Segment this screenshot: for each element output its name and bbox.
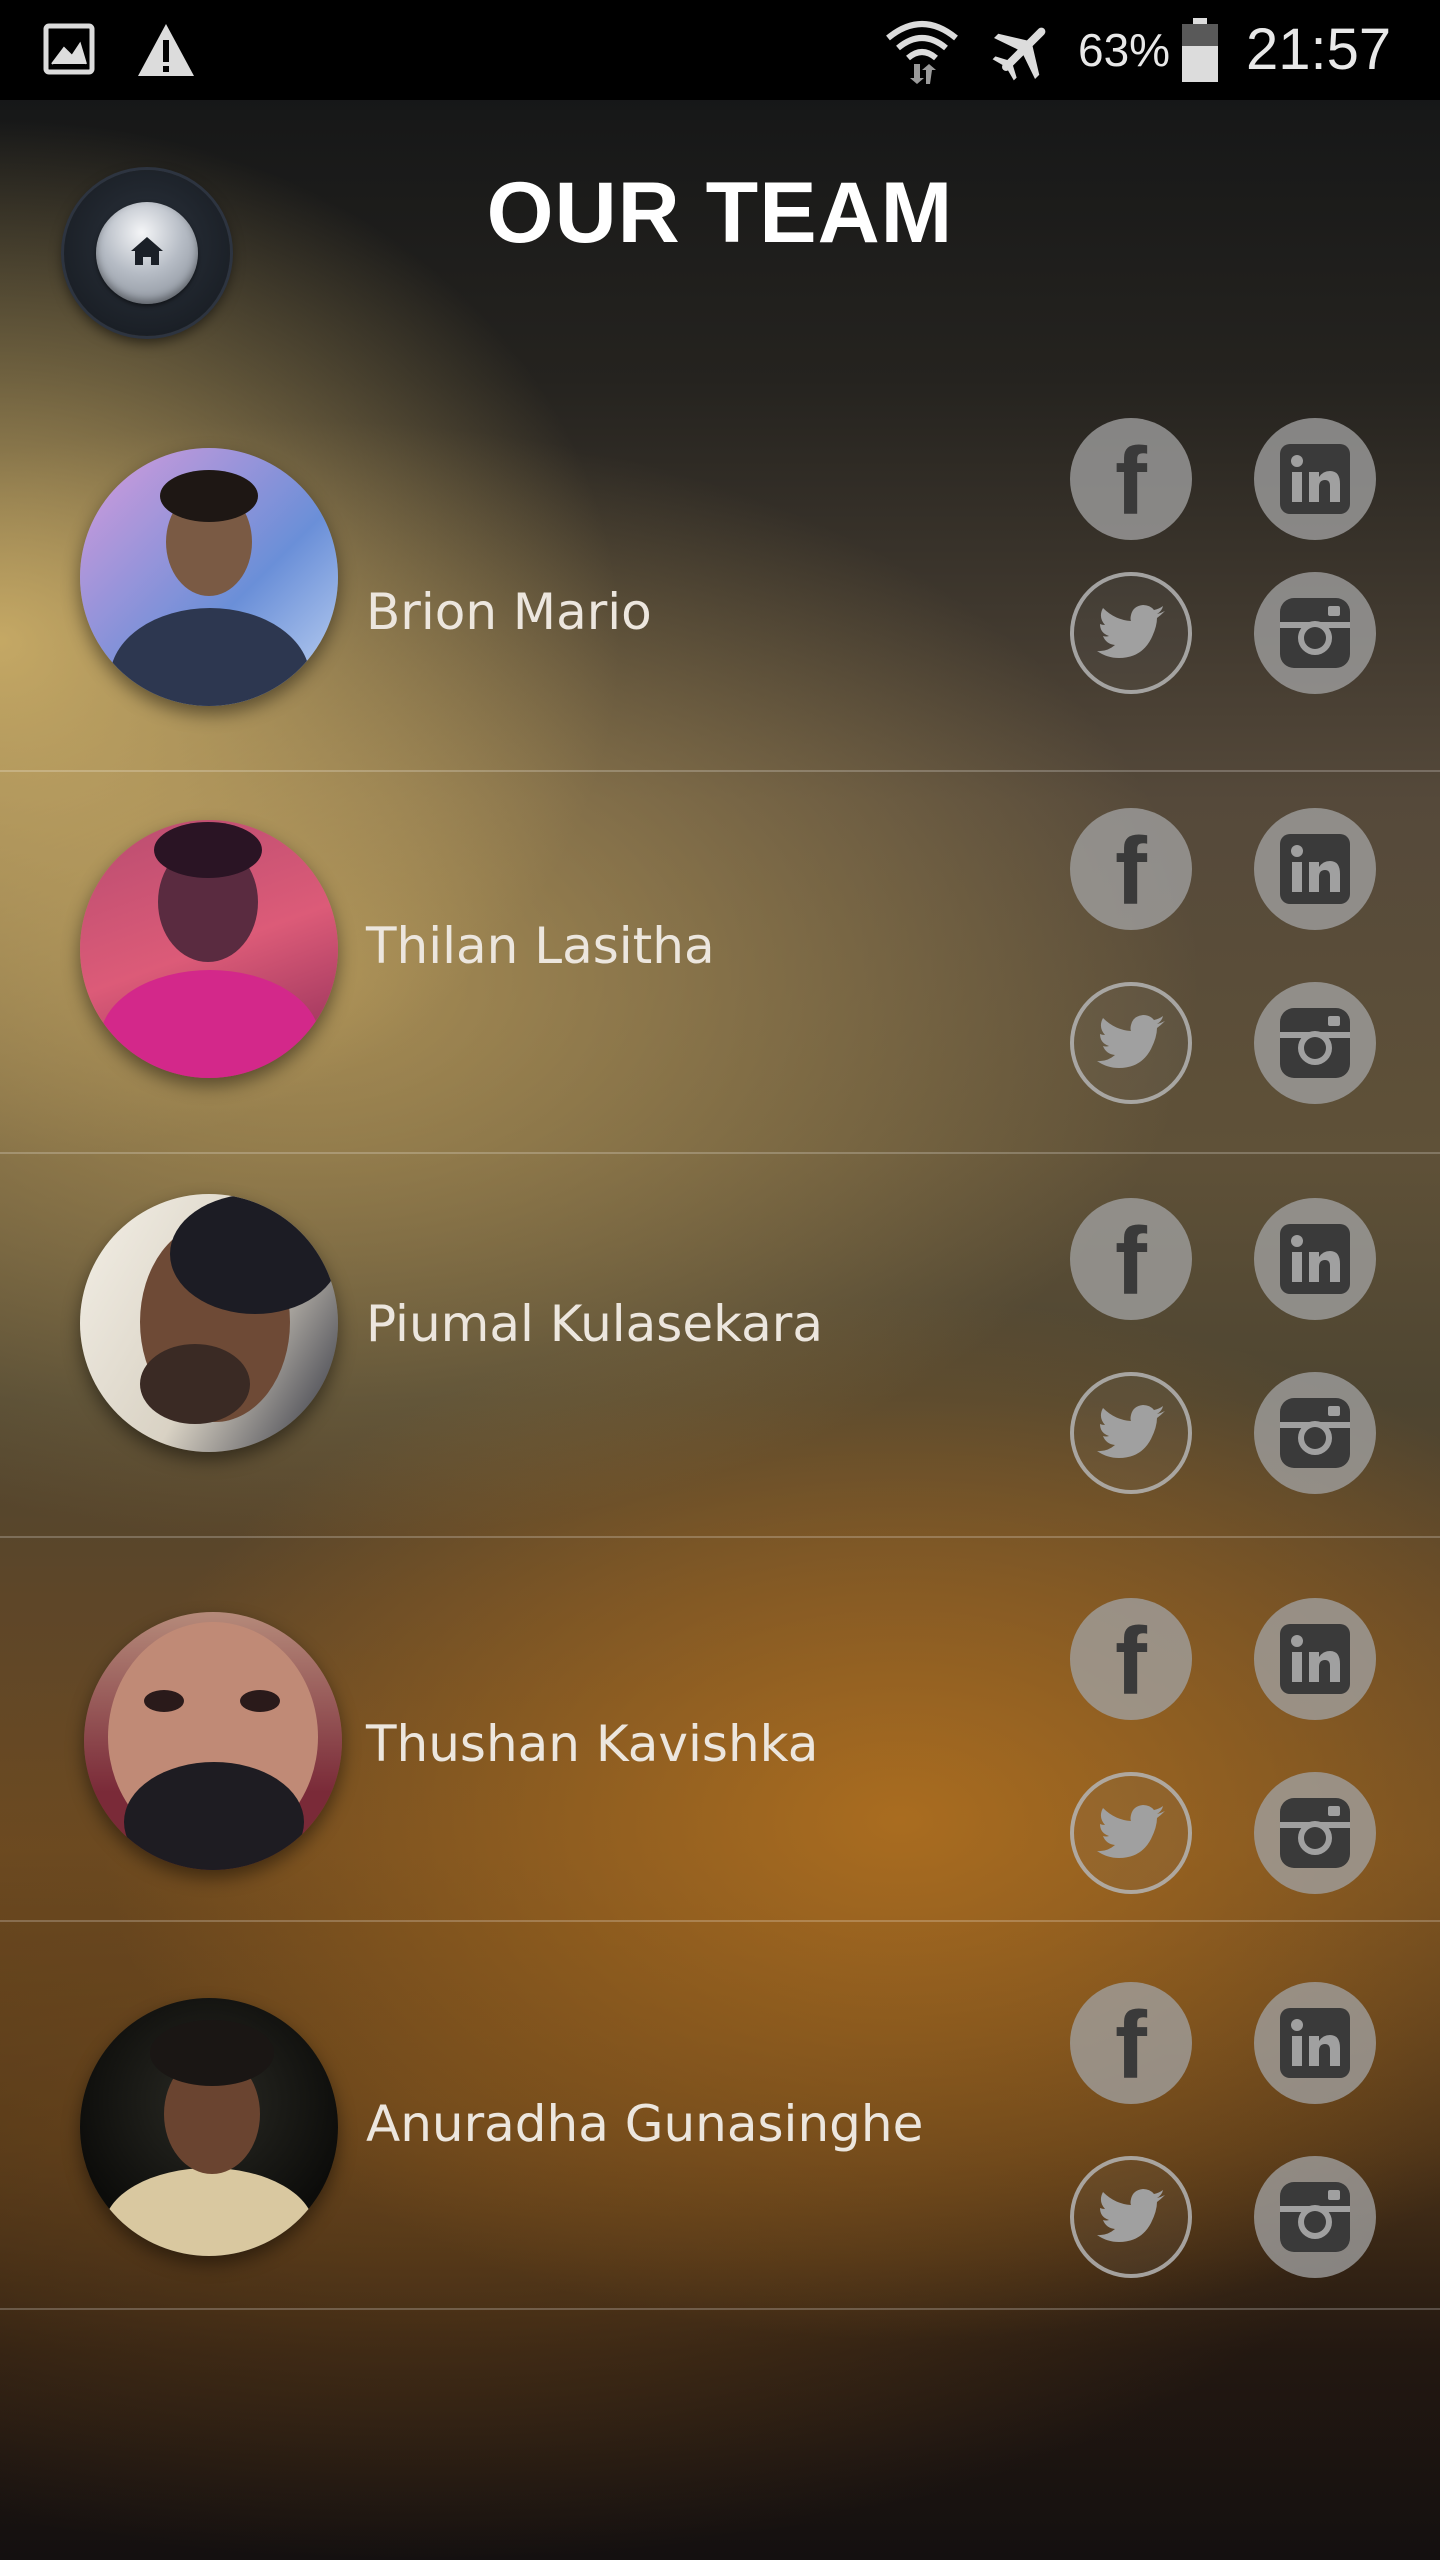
instagram-button[interactable]	[1254, 982, 1376, 1104]
twitter-button[interactable]	[1070, 982, 1192, 1104]
facebook-icon: f	[1115, 818, 1147, 925]
twitter-button[interactable]	[1070, 572, 1192, 694]
linkedin-button[interactable]	[1254, 1198, 1376, 1320]
team-member-row: Piumal Kulasekara f	[0, 1154, 1440, 1538]
team-member-row: Thilan Lasitha f	[0, 772, 1440, 1154]
avatar-beard	[124, 1762, 304, 1870]
team-member-row: Brion Mario f	[0, 378, 1440, 772]
avatar	[80, 820, 338, 1078]
linkedin-icon	[1280, 2008, 1350, 2078]
team-list: Brion Mario f Thilan Lasitha f Piumal Ku…	[0, 378, 1440, 2310]
avatar-torso	[110, 608, 310, 706]
linkedin-icon	[1280, 1624, 1350, 1694]
linkedin-icon	[1280, 1224, 1350, 1294]
linkedin-icon	[1280, 444, 1350, 514]
wifi-icon	[880, 16, 964, 84]
avatar-hair	[170, 1194, 338, 1314]
avatar	[84, 1612, 342, 1870]
twitter-button[interactable]	[1070, 1372, 1192, 1494]
facebook-button[interactable]: f	[1070, 1598, 1192, 1720]
avatar-beard	[140, 1344, 250, 1424]
clock: 21:57	[1246, 17, 1392, 82]
instagram-button[interactable]	[1254, 2156, 1376, 2278]
instagram-button[interactable]	[1254, 1372, 1376, 1494]
avatar-torso	[100, 970, 320, 1078]
twitter-icon	[1097, 605, 1165, 658]
twitter-icon	[1097, 2189, 1165, 2242]
linkedin-button[interactable]	[1254, 418, 1376, 540]
member-name: Brion Mario	[366, 583, 652, 641]
facebook-icon: f	[1115, 428, 1147, 535]
twitter-icon	[1097, 1405, 1165, 1458]
facebook-icon: f	[1115, 1608, 1147, 1715]
facebook-icon: f	[1115, 1208, 1147, 1315]
instagram-icon	[1280, 1398, 1350, 1468]
avatar-eye	[240, 1690, 280, 1712]
linkedin-button[interactable]	[1254, 1598, 1376, 1720]
status-bar: 63% 21:57	[0, 0, 1440, 100]
instagram-button[interactable]	[1254, 572, 1376, 694]
gallery-icon	[40, 16, 100, 84]
member-name: Piumal Kulasekara	[366, 1295, 824, 1353]
avatar-hair	[150, 2020, 274, 2086]
avatar	[80, 448, 338, 706]
battery-icon	[1178, 16, 1222, 84]
instagram-icon	[1280, 1798, 1350, 1868]
member-name: Thushan Kavishka	[366, 1715, 819, 1773]
team-member-row: Anuradha Gunasinghe f	[0, 1922, 1440, 2310]
twitter-icon	[1097, 1805, 1165, 1858]
avatar	[80, 1194, 338, 1452]
linkedin-icon	[1280, 834, 1350, 904]
avatar-hair	[154, 822, 262, 878]
facebook-button[interactable]: f	[1070, 1982, 1192, 2104]
linkedin-button[interactable]	[1254, 808, 1376, 930]
avatar-hair	[160, 470, 258, 522]
instagram-icon	[1280, 2182, 1350, 2252]
airplane-mode-icon	[988, 16, 1058, 84]
facebook-button[interactable]: f	[1070, 418, 1192, 540]
instagram-icon	[1280, 1008, 1350, 1078]
avatar-torso	[104, 2168, 314, 2256]
linkedin-button[interactable]	[1254, 1982, 1376, 2104]
twitter-icon	[1097, 1015, 1165, 1068]
avatar-eye	[144, 1690, 184, 1712]
twitter-button[interactable]	[1070, 1772, 1192, 1894]
warning-icon	[134, 16, 198, 84]
member-name: Thilan Lasitha	[366, 917, 715, 975]
twitter-button[interactable]	[1070, 2156, 1192, 2278]
battery-percent: 63%	[1078, 24, 1171, 76]
avatar	[80, 1998, 338, 2256]
team-member-row: Thushan Kavishka f	[0, 1538, 1440, 1922]
member-name: Anuradha Gunasinghe	[366, 2095, 924, 2153]
page-title: OUR TEAM	[486, 165, 954, 261]
facebook-button[interactable]: f	[1070, 808, 1192, 930]
instagram-button[interactable]	[1254, 1772, 1376, 1894]
facebook-icon: f	[1115, 1992, 1147, 2099]
instagram-icon	[1280, 598, 1350, 668]
facebook-button[interactable]: f	[1070, 1198, 1192, 1320]
